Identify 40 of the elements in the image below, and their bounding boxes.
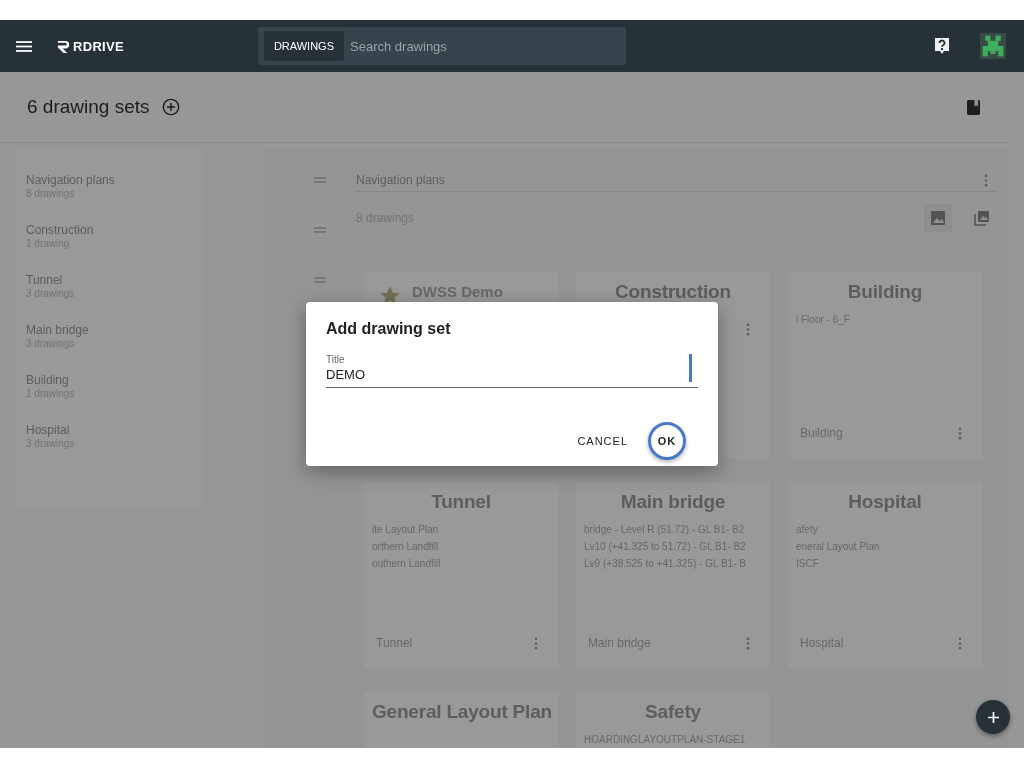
cancel-button[interactable]: CANCEL (575, 429, 630, 453)
card-title: General Layout Plan (372, 700, 550, 724)
drag-handle-icon[interactable] (314, 277, 326, 283)
logo-text: RDRIVE (73, 38, 124, 54)
card-title: Construction (614, 280, 732, 304)
more-icon[interactable] (984, 173, 988, 187)
add-icon[interactable] (161, 98, 180, 116)
drag-handle-icon[interactable] (314, 177, 326, 183)
sidebar-item[interactable]: Tunnel (26, 273, 204, 287)
avatar-icon[interactable] (980, 33, 1006, 59)
help-icon[interactable] (934, 37, 950, 55)
card-title: Building (846, 280, 924, 304)
sidebar-item[interactable]: Hospital (26, 423, 204, 437)
sidebar-item[interactable]: Construction (26, 223, 204, 237)
page-title: 6 drawing sets (27, 96, 150, 118)
card-title: Main bridge (619, 490, 727, 514)
card-title: Hospital (847, 490, 923, 514)
sidebar-item[interactable]: Navigation plans (26, 173, 204, 187)
more-icon[interactable] (534, 636, 538, 650)
search-scope-button[interactable]: DRAWINGS (263, 31, 344, 61)
ok-button[interactable]: OK (648, 422, 686, 460)
search-field[interactable]: DRAWINGS Search drawings (257, 27, 626, 65)
drawing-set-card[interactable]: General Layout Plan (364, 692, 558, 748)
card-title: Safety (644, 700, 702, 724)
drag-handle-icon[interactable] (314, 227, 326, 233)
sidebar-item[interactable]: Building (26, 373, 204, 387)
card-title: Tunnel (430, 490, 492, 514)
more-icon[interactable] (746, 322, 750, 336)
sidebar-item[interactable]: Main bridge (26, 323, 204, 337)
more-icon[interactable] (958, 426, 962, 440)
set-title: Navigation plans (356, 173, 446, 187)
more-icon[interactable] (958, 636, 962, 650)
book-icon[interactable] (967, 99, 980, 115)
logo-icon (56, 38, 71, 54)
title-field[interactable]: Title DEMO (326, 354, 698, 388)
image-icon[interactable] (924, 204, 952, 232)
plus-icon (986, 710, 1000, 724)
more-icon[interactable] (746, 636, 750, 650)
menu-icon[interactable] (16, 40, 32, 52)
dialog-title: Add drawing set (326, 320, 452, 338)
